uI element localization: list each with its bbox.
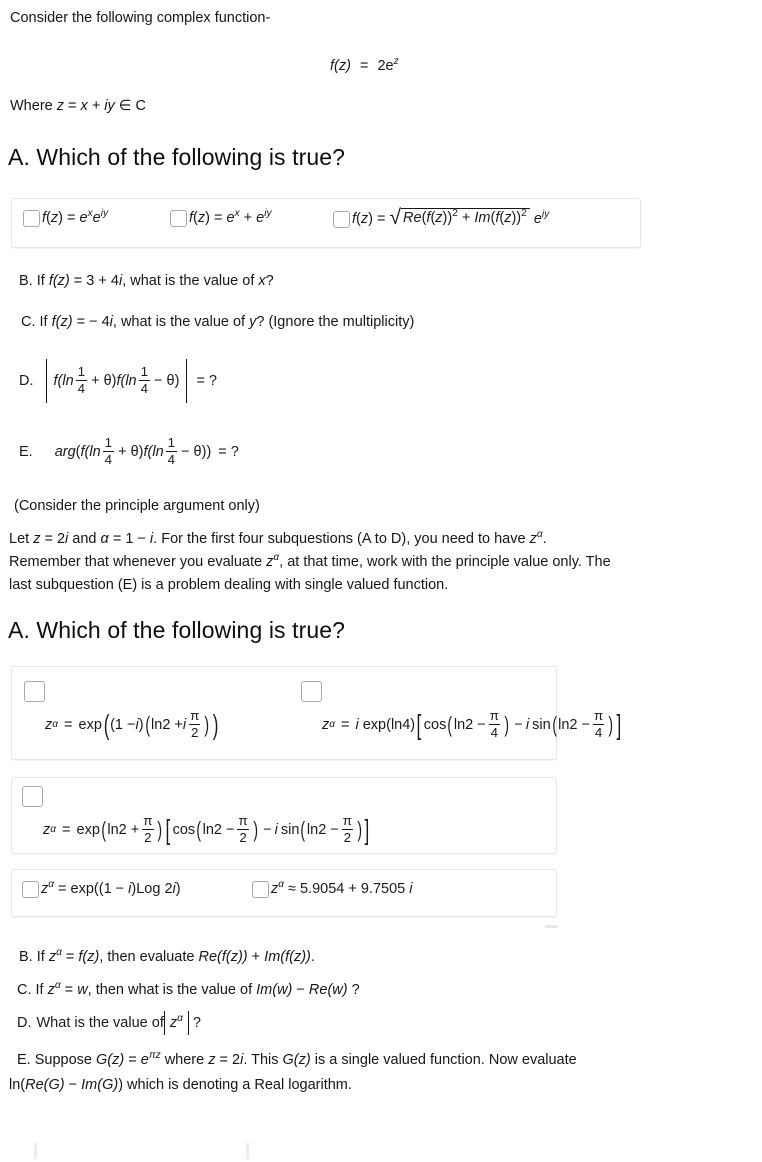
checkbox-s2-2[interactable] xyxy=(301,681,322,702)
where-line: Where z = x + iy ∈ C xyxy=(10,98,146,114)
s1-sub-b: B. If f(z) = 3 + 4i, what is the value o… xyxy=(19,273,274,289)
s1-sub-d: D. f(ln 1 4 + θ) f(ln 1 4 − θ) = ? xyxy=(19,359,217,403)
s1-sub-e: E. arg ( f(ln 1 4 + θ) f(ln 1 4 − θ)) = … xyxy=(19,435,239,467)
option-s1-3[interactable]: f(z) = √ Re(f(z))2 + Im(f(z))2 eiy xyxy=(333,206,550,229)
center-equation: f(z) = 2ez xyxy=(330,56,399,74)
option-s1-1[interactable]: f(z) = exeiy xyxy=(23,208,109,227)
option-s1-2-label: f(z) = ex + eiy xyxy=(189,208,272,226)
s2-sub-d: D. What is the value of zα ? xyxy=(17,1011,201,1035)
s1-note: (Consider the principle argument only) xyxy=(14,498,260,514)
section2-heading: A. Which of the following is true? xyxy=(8,617,346,643)
option-s2-1-label: zα = exp ( (1 − i) ( ln2 + i π 2 ) ) xyxy=(45,708,219,740)
absolute-value-bars: f(ln 1 4 + θ) f(ln 1 4 − θ) xyxy=(45,359,188,403)
bottom-tick-right xyxy=(246,1143,249,1159)
option-s2-2-label: zα = i exp(ln4) [ cos ( ln2 − π 4 ) − i … xyxy=(322,708,621,740)
checkbox-s1-3[interactable] xyxy=(333,211,350,228)
option-s2-3-label: zα = exp ( ln2 + π 2 ) [ cos ( ln2 − π 2 xyxy=(43,813,370,845)
option-s1-3-label: f(z) = √ Re(f(z))2 + Im(f(z))2 eiy xyxy=(352,206,550,229)
fraction-one-fourth-3: 1 4 xyxy=(102,435,115,467)
checkbox-s2-1[interactable] xyxy=(24,681,45,702)
option-s2-4[interactable]: zα = exp((1 − i)Log 2i) xyxy=(22,879,181,898)
quiz-page: Consider the following complex function-… xyxy=(0,0,762,1162)
fraction-pi-2-a: π 2 xyxy=(142,813,154,845)
option-s2-5[interactable]: zα ≈ 5.9054 + 9.7505 i xyxy=(252,879,413,898)
s2-sub-c: C. If zα = w, then what is the value of … xyxy=(17,980,360,998)
box-edge-stub xyxy=(545,925,558,928)
option-s2-3[interactable]: zα = exp ( ln2 + π 2 ) [ cos ( ln2 − π 2 xyxy=(22,786,371,845)
s2-sub-e-line2: ln(Re(G) − Im(G)) which is denoting a Re… xyxy=(9,1077,352,1093)
s2-paragraph-line3: last subquestion (E) is a problem dealin… xyxy=(9,577,449,593)
bottom-tick-left xyxy=(34,1143,37,1159)
fraction-pi-4-b: π 4 xyxy=(592,708,605,740)
sqrt-icon: √ Re(f(z))2 + Im(f(z))2 xyxy=(389,207,530,228)
option-s2-4-label: zα = exp((1 − i)Log 2i) xyxy=(41,879,181,897)
section1-heading: A. Which of the following is true? xyxy=(8,144,346,170)
fraction-one-fourth-4: 1 4 xyxy=(165,435,178,467)
option-s2-5-label: zα ≈ 5.9054 + 9.7505 i xyxy=(271,879,413,897)
equation-rhs: 2ez xyxy=(377,56,399,74)
fraction-pi-4-a: π 4 xyxy=(488,708,501,740)
absolute-value-bars-2: zα xyxy=(163,1011,189,1035)
fraction-one-fourth: 1 4 xyxy=(75,364,88,396)
s2-sub-e-line1: E. Suppose G(z) = eπz where z = 2i. This… xyxy=(17,1050,577,1068)
checkbox-s1-1[interactable] xyxy=(23,210,40,227)
equation-equals: = xyxy=(359,58,369,74)
checkbox-s2-5[interactable] xyxy=(252,881,269,898)
s2-paragraph-line2: Remember that whenever you evaluate zα, … xyxy=(9,552,611,570)
option-s2-1[interactable]: zα = exp ( (1 − i) ( ln2 + i π 2 ) ) xyxy=(24,681,220,740)
fraction-one-fourth-2: 1 4 xyxy=(138,364,151,396)
s2-paragraph-line1: Let z = 2i and α = 1 − i. For the first … xyxy=(9,529,547,547)
s2-sub-b: B. If zα = f(z), then evaluate Re(f(z)) … xyxy=(19,947,315,965)
option-s2-2[interactable]: zα = i exp(ln4) [ cos ( ln2 − π 4 ) − i … xyxy=(301,681,622,740)
s1-sub-c: C. If f(z) = − 4i, what is the value of … xyxy=(21,314,415,330)
checkbox-s1-2[interactable] xyxy=(170,210,187,227)
checkbox-s2-4[interactable] xyxy=(22,881,39,898)
equation-lhs: f(z) xyxy=(330,58,351,74)
fraction-pi-2-b: π 2 xyxy=(237,813,249,845)
option-s1-2[interactable]: f(z) = ex + eiy xyxy=(170,208,272,227)
fraction-pi-2-c: π 2 xyxy=(341,813,354,845)
checkbox-s2-3[interactable] xyxy=(22,786,43,807)
intro-text: Consider the following complex function- xyxy=(10,10,271,26)
option-s1-1-label: f(z) = exeiy xyxy=(42,208,109,226)
fraction-pi-2: π 2 xyxy=(189,708,201,740)
